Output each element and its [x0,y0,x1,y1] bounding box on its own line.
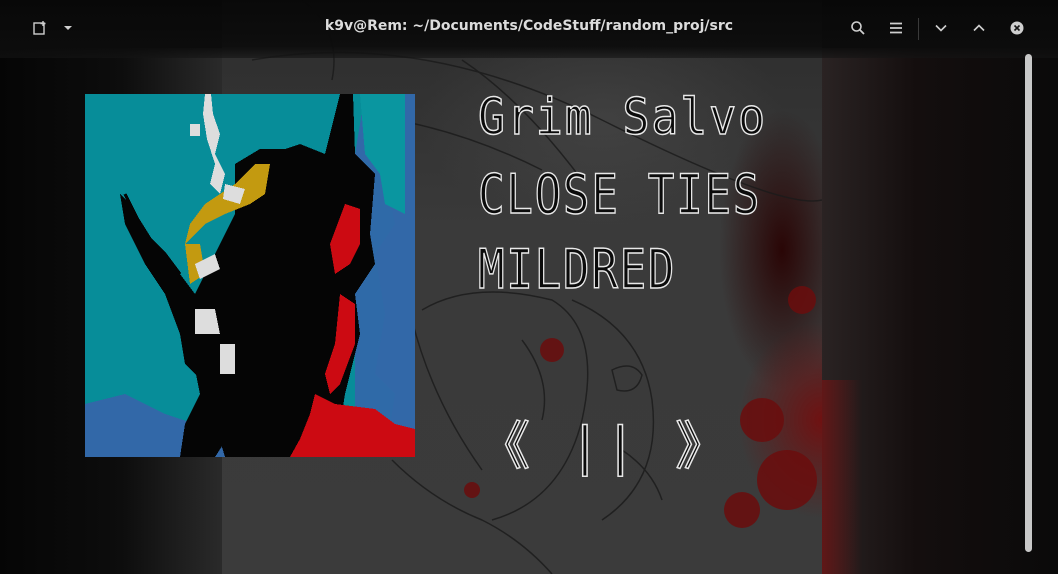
tab-menu-chevron-down-icon[interactable] [56,16,80,40]
hamburger-menu-icon[interactable] [884,16,908,40]
track-name: MILDRED [477,237,677,302]
new-tab-icon[interactable] [28,16,52,40]
album-name: CLOSE TIES [477,162,761,227]
album-art [85,94,415,457]
scrollbar[interactable] [1025,54,1032,552]
artist-name: Grim Salvo [477,87,767,147]
search-icon[interactable] [846,16,870,40]
playback-controls[interactable]: 《 || 》 [477,404,731,479]
maximize-chevron-up-icon[interactable] [967,16,991,40]
terminal-headerbar: k9v@Rem: ~/Documents/CodeStuff/random_pr… [0,0,1058,58]
close-icon[interactable] [1005,16,1029,40]
header-separator [918,18,919,40]
minimize-chevron-down-icon[interactable] [929,16,953,40]
